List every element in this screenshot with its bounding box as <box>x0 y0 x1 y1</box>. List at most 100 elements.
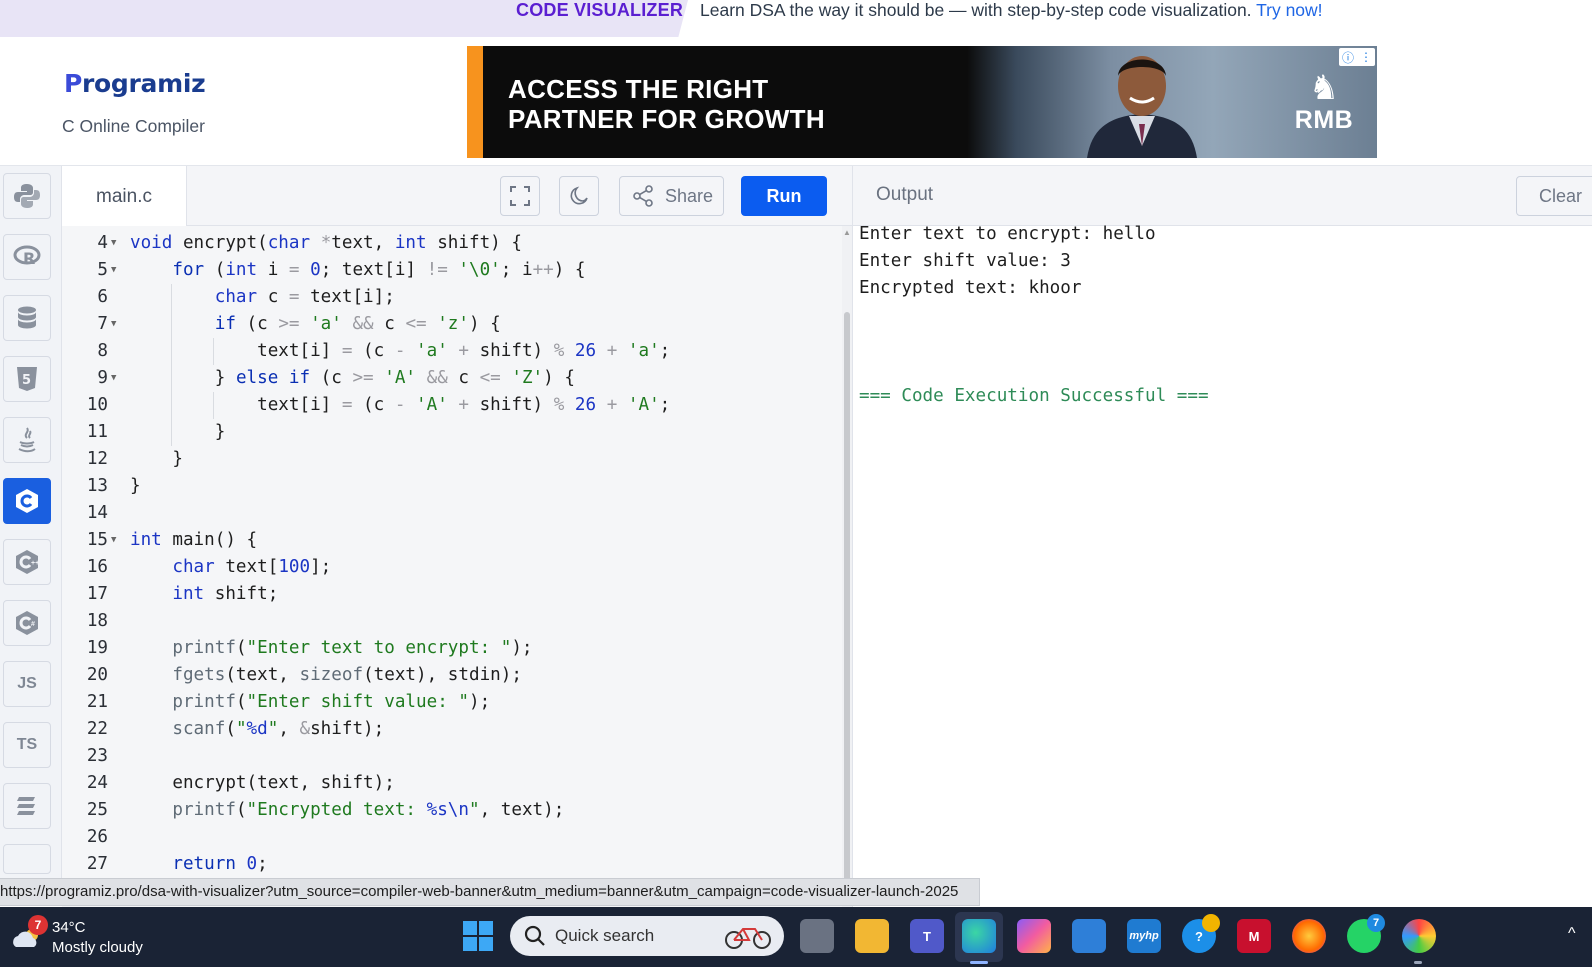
info-icon[interactable]: ⓘ <box>1342 49 1354 66</box>
c-language-button[interactable] <box>3 478 51 524</box>
code-line: 24 encrypt(text, shift); <box>62 770 842 797</box>
swift-language-button[interactable] <box>3 783 51 829</box>
more-options-icon[interactable]: ⋮ <box>1360 50 1372 64</box>
ts-icon: TS <box>16 736 38 753</box>
language-sidebar: R 5 ++ # JS TS <box>0 166 62 906</box>
firefox-icon[interactable] <box>1292 919 1326 953</box>
code-text: } else if (c >= 'A' && c <= 'Z') { <box>130 368 575 388</box>
file-explorer-icon[interactable] <box>855 919 889 953</box>
svg-text:++: ++ <box>31 560 39 567</box>
share-button[interactable]: Share <box>619 176 724 216</box>
dark-mode-button[interactable] <box>559 176 599 216</box>
r-icon: R <box>13 245 41 268</box>
share-label: Share <box>665 185 714 206</box>
advertisement-banner[interactable]: ACCESS THE RIGHT PARTNER FOR GROWTH ♞ RM… <box>467 46 1377 158</box>
logo-initial: P <box>64 69 83 98</box>
teams-icon[interactable]: T <box>910 919 944 953</box>
fullscreen-button[interactable] <box>500 176 540 216</box>
mcafee-icon[interactable]: M <box>1237 919 1271 953</box>
cpp-language-button[interactable]: ++ <box>3 539 51 585</box>
js-icon: JS <box>17 675 37 692</box>
microsoft-store-icon[interactable] <box>1072 919 1106 953</box>
link-status-url: https://programiz.pro/dsa-with-visualize… <box>0 878 980 906</box>
code-line: 26 <box>62 824 842 851</box>
more-language-button[interactable] <box>3 844 51 874</box>
edge-browser-icon[interactable] <box>962 919 996 953</box>
fold-arrow-icon[interactable]: ▼ <box>111 311 123 338</box>
weather-widget[interactable]: 7 34°C Mostly cloudy <box>10 915 170 959</box>
copilot-icon[interactable] <box>1017 919 1051 953</box>
promo-try-now-link[interactable]: Try now! <box>1256 0 1322 20</box>
running-app-indicator <box>1414 961 1422 964</box>
code-line: 12 } <box>62 446 842 473</box>
csharp-language-button[interactable]: # <box>3 600 51 646</box>
javascript-language-button[interactable]: JS <box>3 661 51 707</box>
ad-line-2: PARTNER FOR GROWTH <box>508 104 825 134</box>
line-number: 25 <box>86 800 108 820</box>
line-number: 20 <box>86 665 108 685</box>
code-line: 22 scanf("%d", &shift); <box>62 716 842 743</box>
line-number: 8 <box>97 341 108 361</box>
ad-brand: ♞ RMB <box>1289 70 1359 135</box>
java-language-button[interactable] <box>3 417 51 463</box>
ad-choices[interactable]: ⓘ ⋮ <box>1339 48 1375 66</box>
code-text: printf("Enter text to encrypt: "); <box>172 638 533 658</box>
clear-button[interactable]: Clear <box>1516 176 1592 216</box>
code-text: for (int i = 0; text[i] != '\0'; i++) { <box>172 260 586 280</box>
r-language-button[interactable]: R <box>3 234 51 280</box>
ad-line-1: ACCESS THE RIGHT <box>508 74 769 104</box>
search-icon <box>524 925 545 946</box>
fold-arrow-icon[interactable]: ▼ <box>111 365 123 392</box>
code-line: 20 fgets(text, sizeof(text), stdin); <box>62 662 842 689</box>
promo-message: Learn DSA the way it should be — with st… <box>700 0 1252 20</box>
promo-text: Learn DSA the way it should be — with st… <box>700 0 1323 22</box>
editor-scrollbar[interactable]: ▲ <box>842 226 852 907</box>
code-line: 13} <box>62 473 842 500</box>
line-number: 18 <box>86 611 108 631</box>
line-number: 11 <box>86 422 108 442</box>
line-number: 10 <box>86 395 108 415</box>
scrollbar-thumb[interactable] <box>844 312 850 892</box>
python-language-button[interactable] <box>3 173 51 219</box>
myhp-icon[interactable]: myhp <box>1127 919 1161 953</box>
task-view-icon[interactable] <box>800 919 834 953</box>
svg-text:5: 5 <box>22 373 31 388</box>
fold-arrow-icon[interactable]: ▼ <box>111 527 123 554</box>
line-number: 23 <box>86 746 108 766</box>
code-text: if (c >= 'a' && c <= 'z') { <box>214 314 501 334</box>
windows-start-icon[interactable] <box>462 920 494 952</box>
run-button[interactable]: Run <box>741 176 827 216</box>
code-text: fgets(text, sizeof(text), stdin); <box>172 665 522 685</box>
fold-arrow-icon[interactable]: ▼ <box>111 257 123 284</box>
code-text: int shift; <box>172 584 279 604</box>
file-tab-main-c[interactable]: main.c <box>62 166 187 227</box>
fold-arrow-icon[interactable]: ▼ <box>111 230 123 257</box>
line-number: 22 <box>86 719 108 739</box>
programiz-logo[interactable]: Programiz <box>64 69 206 98</box>
scroll-up-icon[interactable]: ▲ <box>843 228 851 237</box>
typescript-language-button[interactable]: TS <box>3 722 51 768</box>
system-tray-chevron-icon[interactable]: ^ <box>1568 925 1576 943</box>
line-number: 4 <box>97 233 108 253</box>
taskbar-search[interactable]: Quick search <box>510 916 784 956</box>
code-line: 21 printf("Enter shift value: "); <box>62 689 842 716</box>
color-picker-icon[interactable] <box>1402 919 1436 953</box>
line-number: 14 <box>86 503 108 523</box>
whatsapp-badge: 7 <box>1367 914 1385 932</box>
line-number: 13 <box>86 476 108 496</box>
ad-headline: ACCESS THE RIGHT PARTNER FOR GROWTH <box>508 74 825 134</box>
output-console[interactable]: Enter text to encrypt: hello Enter shift… <box>852 224 1592 907</box>
weather-alert-badge: 7 <box>28 915 48 935</box>
output-title: Output <box>876 184 934 205</box>
sql-language-button[interactable] <box>3 295 51 341</box>
html-language-button[interactable]: 5 <box>3 356 51 402</box>
code-editor[interactable]: 4 ▼ void encrypt(char *text, int shift) { … <box>62 226 852 907</box>
svg-text:#: # <box>31 621 35 628</box>
code-line: 19 printf("Enter text to encrypt: "); <box>62 635 842 662</box>
code-text: } <box>130 422 226 442</box>
weather-temperature: 34°C <box>52 919 86 936</box>
output-line: Encrypted text: khoor <box>859 278 1082 298</box>
code-line: 11 } <box>62 419 842 446</box>
line-number: 15 <box>86 530 108 550</box>
code-text: char text[100]; <box>172 557 332 577</box>
